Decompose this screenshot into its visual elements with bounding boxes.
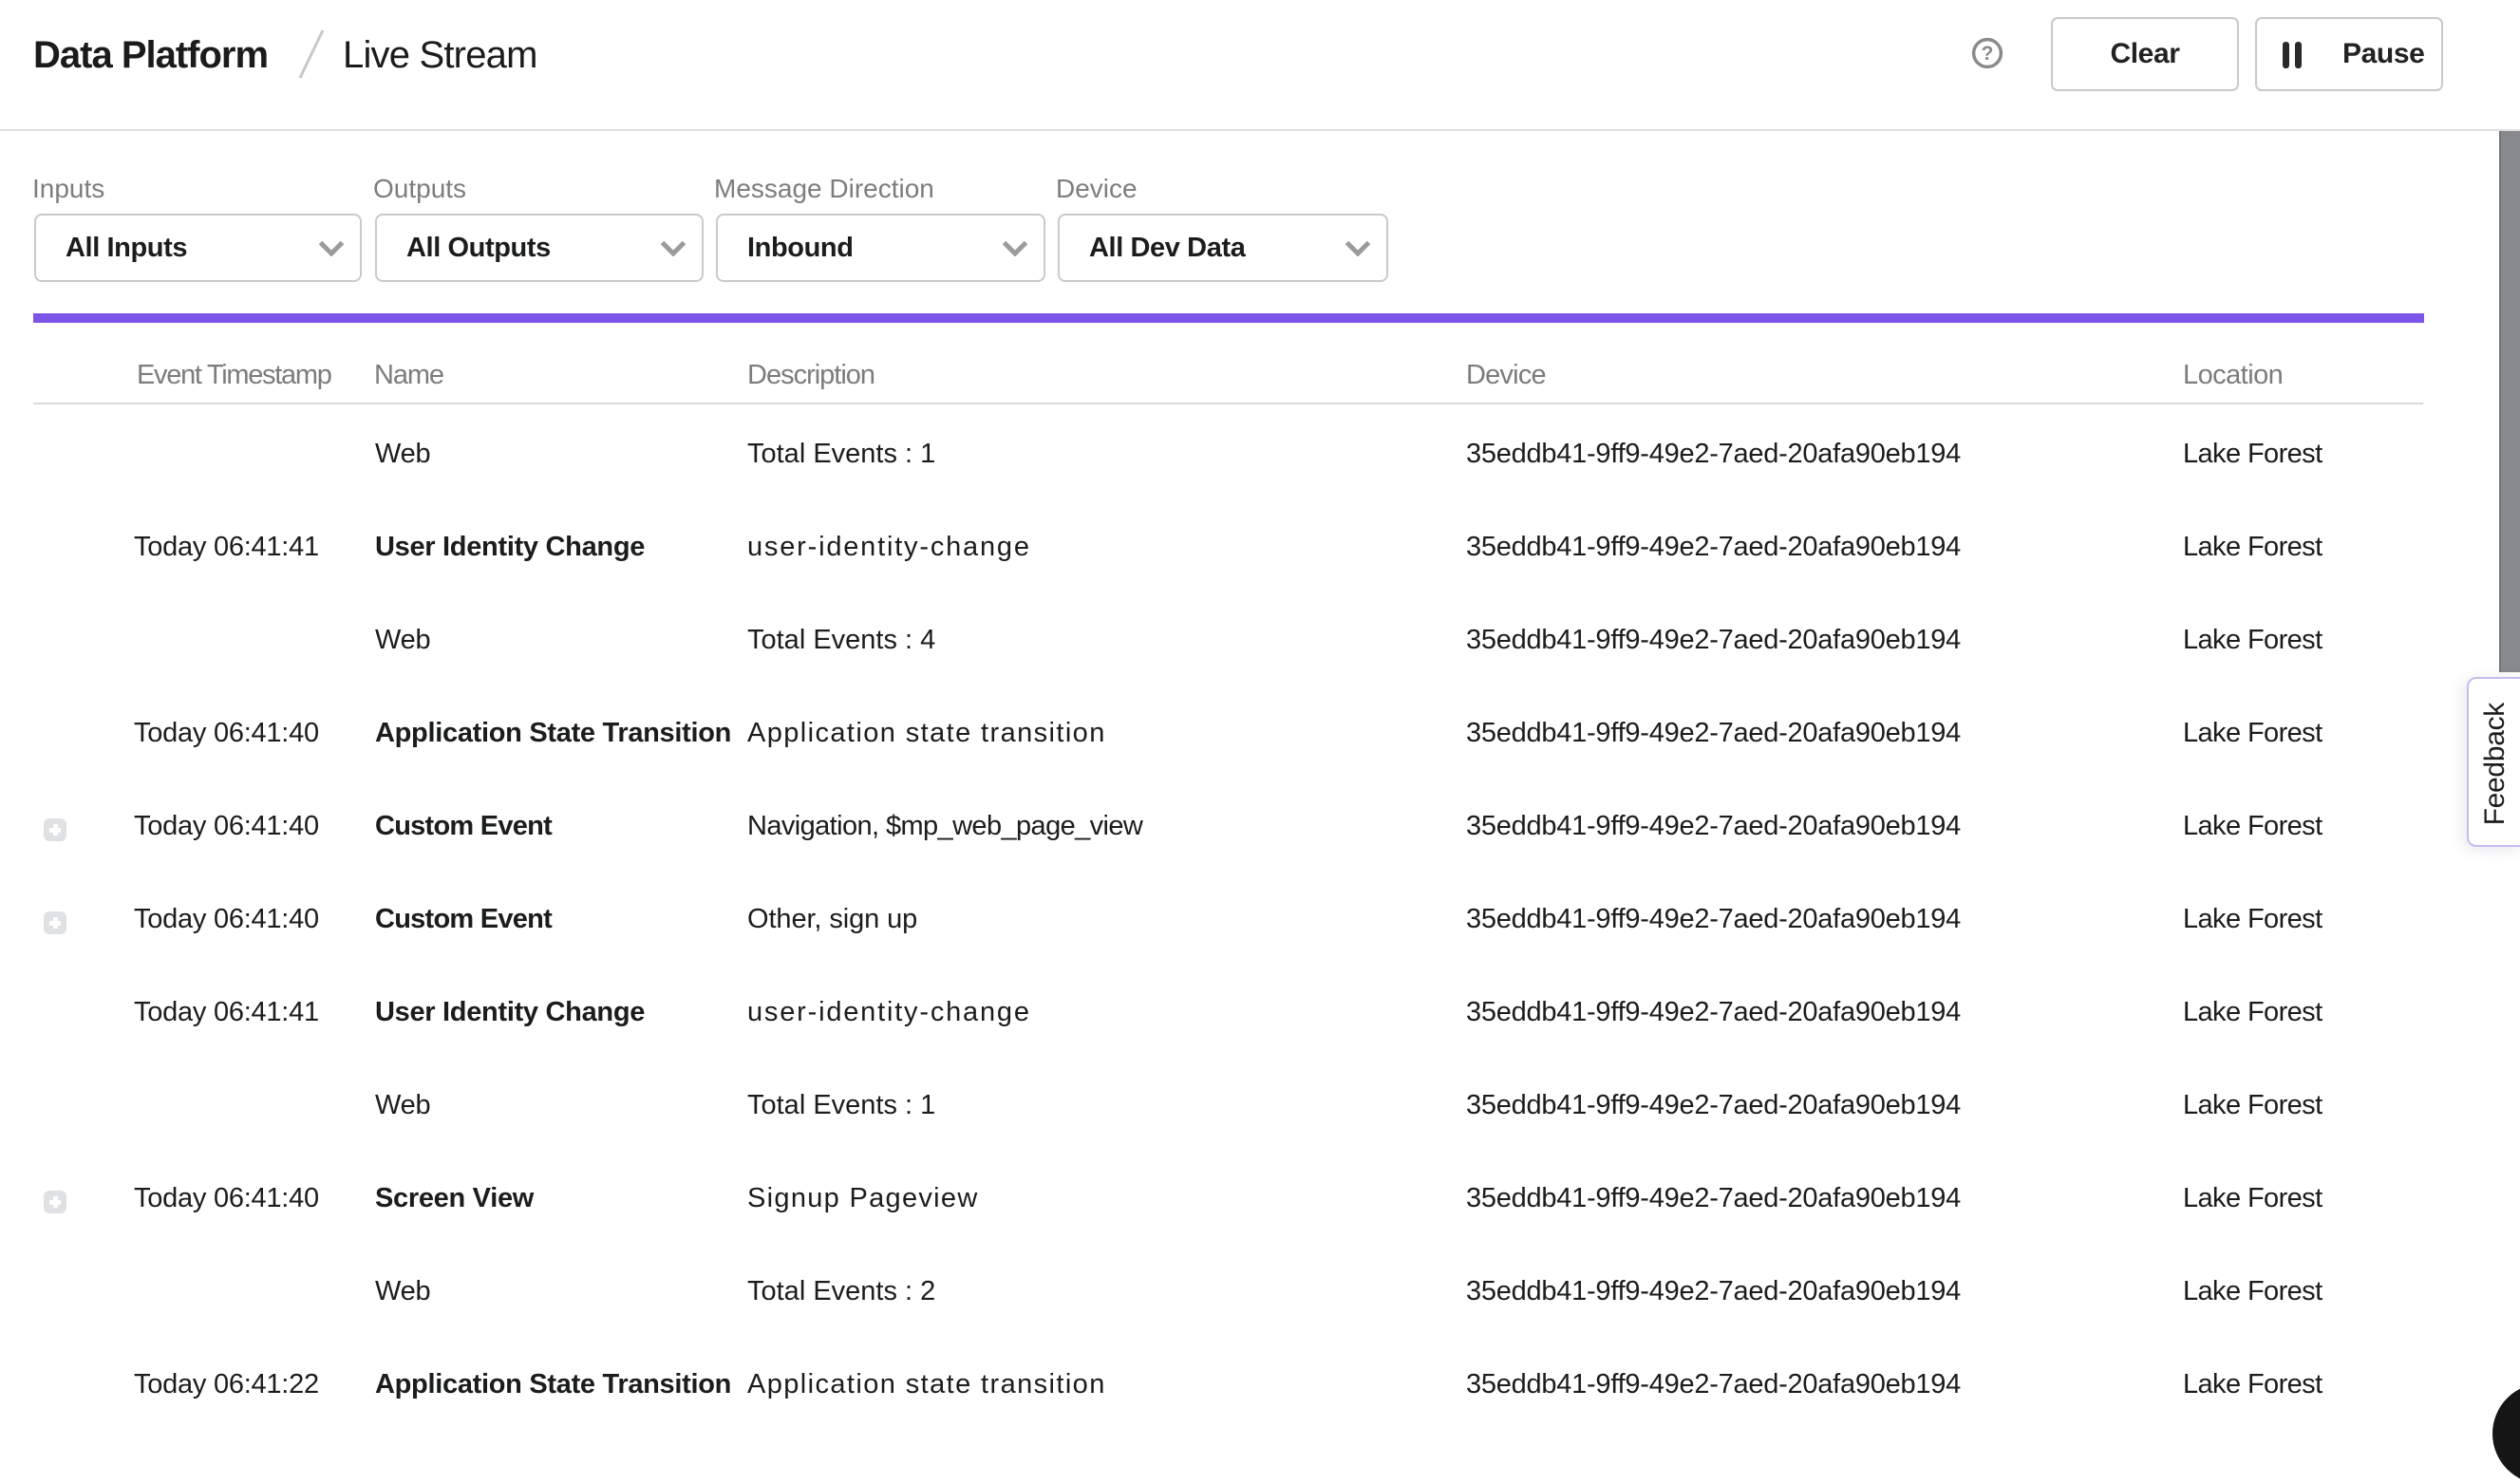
svg-text:?: ? [1982, 43, 1994, 65]
